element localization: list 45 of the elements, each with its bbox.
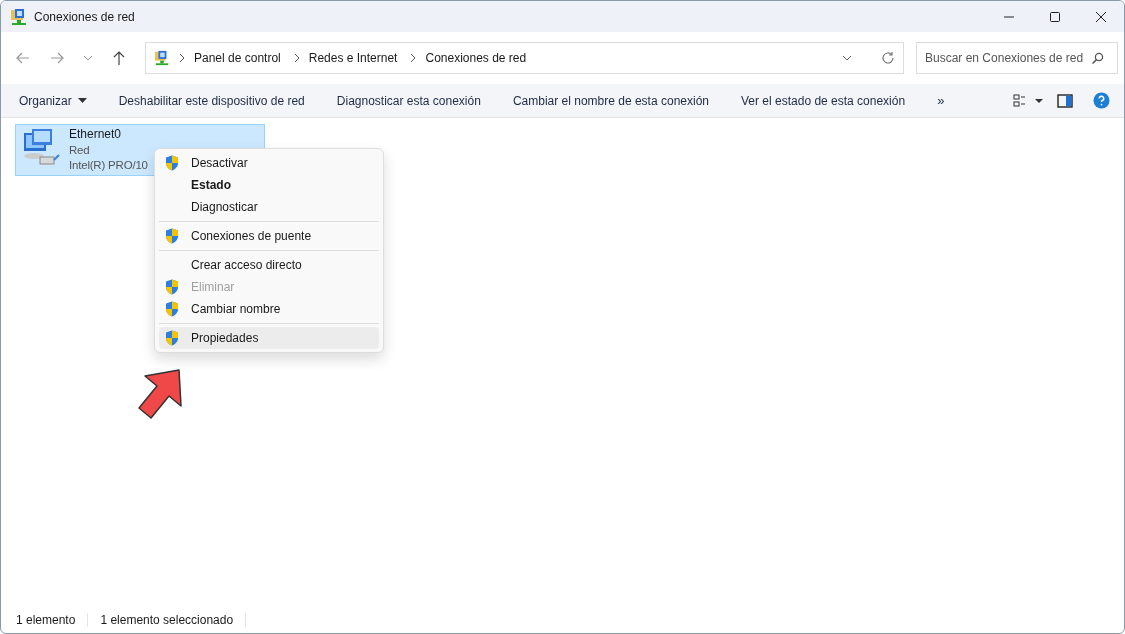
- up-icon[interactable]: [111, 50, 127, 66]
- refresh-icon[interactable]: [881, 51, 895, 65]
- connection-name: Ethernet0: [69, 127, 122, 143]
- forward-icon[interactable]: [49, 50, 65, 66]
- shield-icon: [165, 228, 179, 244]
- address-bar[interactable]: Panel de control Redes e Internet Conexiones de red: [145, 42, 904, 74]
- breadcrumb[interactable]: Panel de control: [194, 51, 281, 65]
- chevron-right-icon: [409, 53, 418, 63]
- status-text: 1 elemento: [16, 613, 76, 627]
- menu-item[interactable]: Conexiones de puente: [159, 225, 379, 247]
- toolbar-command[interactable]: Ver el estado de esta conexión: [723, 84, 920, 117]
- shield-icon: [165, 279, 179, 295]
- back-icon[interactable]: [15, 50, 31, 66]
- close-icon: [1095, 10, 1107, 23]
- toolbar-command[interactable]: Cambiar el nombre de esta conexión: [494, 84, 723, 117]
- adapter-name: Intel(R) PRO/10: [69, 158, 148, 173]
- organize-button[interactable]: Organizar: [1, 84, 101, 117]
- chevron-right-icon: [292, 53, 301, 63]
- network-folder-icon: [154, 50, 170, 66]
- breadcrumb[interactable]: Redes e Internet: [308, 51, 398, 65]
- view-options-icon[interactable]: [1013, 93, 1043, 108]
- maximize-icon: [1049, 10, 1061, 23]
- toolbar-command[interactable]: Diagnosticar esta conexión: [318, 84, 495, 117]
- more-button[interactable]: »: [919, 84, 959, 117]
- preview-pane-icon[interactable]: [1057, 93, 1073, 108]
- shield-icon: [165, 301, 179, 317]
- toolbar-command[interactable]: Deshabilitar este dispositivo de red: [100, 84, 319, 117]
- menu-item[interactable]: Diagnosticar: [159, 196, 379, 218]
- chevron-right-icon: [178, 53, 186, 63]
- chevron-down-icon[interactable]: [83, 53, 93, 63]
- connection-status: Red: [69, 142, 90, 158]
- menu-item[interactable]: Cambiar nombre: [159, 298, 379, 320]
- window-title: Conexiones de red: [34, 9, 135, 24]
- help-icon[interactable]: [1093, 92, 1110, 109]
- network-folder-icon: [10, 7, 28, 26]
- menu-item[interactable]: Propiedades: [159, 327, 379, 349]
- menu-item[interactable]: Crear acceso directo: [159, 254, 379, 276]
- dropdown-icon: [77, 97, 87, 104]
- menu-item[interactable]: Estado: [159, 174, 379, 196]
- search-icon: [1091, 52, 1104, 65]
- status-text: 1 elemento seleccionado: [100, 613, 234, 627]
- shield-icon: [165, 330, 179, 346]
- breadcrumb[interactable]: Conexiones de red: [425, 51, 527, 65]
- search-field[interactable]: Buscar en Conexiones de red: [916, 42, 1118, 74]
- shield-icon: [165, 155, 179, 171]
